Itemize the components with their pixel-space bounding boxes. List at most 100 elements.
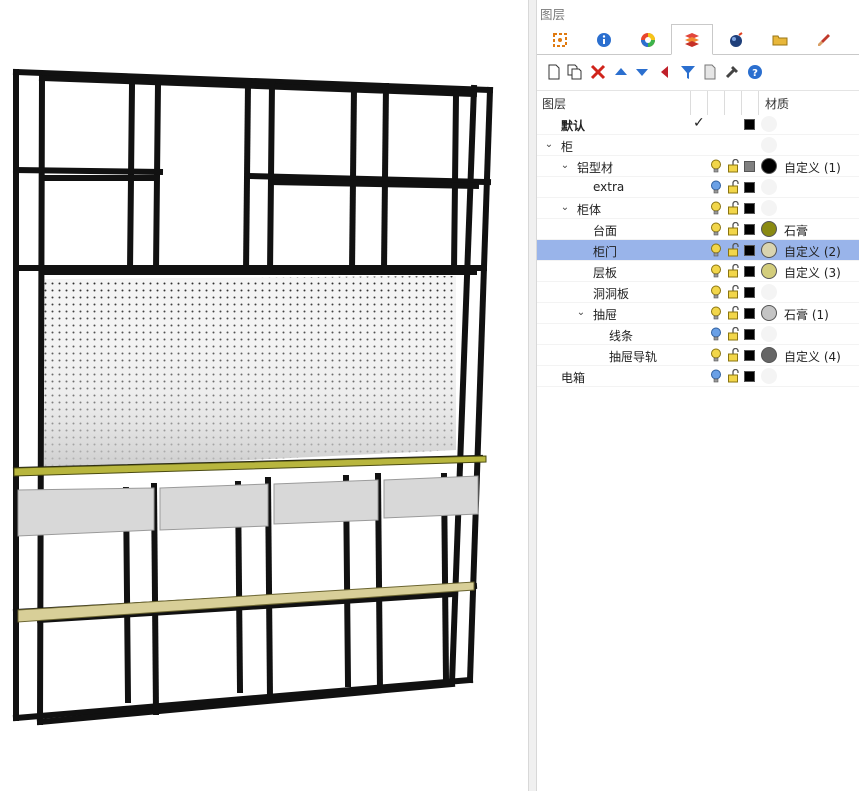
visibility-bulb-icon[interactable] <box>710 369 722 387</box>
unlocked-icon[interactable] <box>727 158 740 177</box>
layer-row[interactable]: 电箱 <box>537 366 859 387</box>
tab-layers[interactable] <box>671 24 713 55</box>
layer-row[interactable]: 洞洞板 <box>537 282 859 303</box>
layer-row[interactable]: 默认 ✓ <box>537 114 859 135</box>
layer-name[interactable]: 洞洞板 <box>593 285 629 302</box>
layer-name[interactable]: extra <box>593 180 624 194</box>
help-button[interactable]: ? <box>746 63 764 81</box>
layer-name[interactable]: 层板 <box>593 264 617 281</box>
layer-name[interactable]: 柜 <box>561 138 573 155</box>
tab-display[interactable] <box>715 25 757 54</box>
unlocked-icon[interactable] <box>727 200 740 219</box>
layer-name[interactable]: 抽屉 <box>593 306 617 323</box>
expand-chevron-icon[interactable]: ⌄ <box>559 201 571 215</box>
material-swatch[interactable] <box>761 368 777 384</box>
new-layer-button[interactable] <box>545 63 563 81</box>
visibility-bulb-icon[interactable] <box>710 327 722 345</box>
visibility-bulb-icon[interactable] <box>710 243 722 261</box>
unlocked-icon[interactable] <box>727 242 740 261</box>
cabinet-model[interactable] <box>0 0 528 791</box>
layer-color-swatch[interactable] <box>744 287 755 298</box>
visibility-bulb-icon[interactable] <box>710 159 722 177</box>
layer-row[interactable]: extra <box>537 177 859 198</box>
material-swatch[interactable] <box>761 116 777 132</box>
layer-name[interactable]: 电箱 <box>561 369 585 386</box>
tab-objects[interactable] <box>539 25 581 54</box>
move-up-button[interactable] <box>612 63 630 81</box>
expand-chevron-icon[interactable]: ⌄ <box>575 306 587 320</box>
tab-materials[interactable] <box>803 25 845 54</box>
layer-row[interactable]: 层板 自定义 (3) <box>537 261 859 282</box>
expand-chevron-icon[interactable]: ⌄ <box>559 159 571 173</box>
visibility-bulb-icon[interactable] <box>710 264 722 282</box>
column-header-layer[interactable]: 图层 <box>542 95 566 112</box>
material-swatch[interactable] <box>761 305 777 321</box>
layer-color-swatch[interactable] <box>744 266 755 277</box>
column-header-material[interactable]: 材质 <box>765 95 789 112</box>
visibility-bulb-icon[interactable] <box>710 222 722 240</box>
layer-color-swatch[interactable] <box>744 224 755 235</box>
unlocked-icon[interactable] <box>727 305 740 324</box>
material-swatch[interactable] <box>761 263 777 279</box>
layer-name[interactable]: 铝型材 <box>577 159 613 176</box>
layer-row[interactable]: ⌄ 柜体 <box>537 198 859 219</box>
layer-color-swatch[interactable] <box>744 161 755 172</box>
layer-row[interactable]: 线条 <box>537 324 859 345</box>
panel-splitter[interactable] <box>528 0 537 791</box>
layer-row[interactable]: ⌄ 柜 <box>537 135 859 156</box>
layer-row[interactable]: ⌄ 抽屉 石膏 (1) <box>537 303 859 324</box>
layer-color-swatch[interactable] <box>744 119 755 130</box>
layer-name[interactable]: 柜门 <box>593 243 617 260</box>
layer-page-button[interactable] <box>701 63 719 81</box>
material-swatch[interactable] <box>761 326 777 342</box>
layer-color-swatch[interactable] <box>744 245 755 256</box>
layer-name[interactable]: 默认 <box>561 117 585 134</box>
move-down-button[interactable] <box>633 63 651 81</box>
tools-button[interactable] <box>723 63 741 81</box>
material-swatch[interactable] <box>761 347 777 363</box>
tab-properties[interactable] <box>583 25 625 54</box>
viewport-3d[interactable] <box>0 0 528 791</box>
visibility-bulb-icon[interactable] <box>710 180 722 198</box>
layer-color-swatch[interactable] <box>744 329 755 340</box>
visibility-bulb-icon[interactable] <box>710 306 722 324</box>
unlocked-icon[interactable] <box>727 284 740 303</box>
expand-chevron-icon[interactable]: ⌄ <box>543 138 555 152</box>
unlocked-icon[interactable] <box>727 179 740 198</box>
layer-color-swatch[interactable] <box>744 350 755 361</box>
filter-button[interactable] <box>679 63 697 81</box>
material-swatch[interactable] <box>761 158 777 174</box>
material-swatch[interactable] <box>761 179 777 195</box>
new-sublayer-button[interactable] <box>566 63 584 81</box>
unlocked-icon[interactable] <box>727 368 740 387</box>
move-to-parent-button[interactable] <box>656 63 674 81</box>
layer-row[interactable]: ⌄ 铝型材 自定义 (1) <box>537 156 859 177</box>
material-swatch[interactable] <box>761 137 777 153</box>
unlocked-icon[interactable] <box>727 263 740 282</box>
layer-name[interactable]: 柜体 <box>577 201 601 218</box>
visibility-bulb-icon[interactable] <box>710 348 722 366</box>
unlocked-icon[interactable] <box>727 326 740 345</box>
material-swatch[interactable] <box>761 242 777 258</box>
layer-color-swatch[interactable] <box>744 308 755 319</box>
layer-color-swatch[interactable] <box>744 203 755 214</box>
current-layer-check-icon[interactable]: ✓ <box>693 115 705 131</box>
layer-row[interactable]: 台面 石膏 <box>537 219 859 240</box>
layer-color-swatch[interactable] <box>744 371 755 382</box>
unlocked-icon[interactable] <box>727 347 740 366</box>
material-swatch[interactable] <box>761 200 777 216</box>
layer-row[interactable]: 柜门 自定义 (2) <box>537 240 859 261</box>
material-swatch[interactable] <box>761 284 777 300</box>
layer-name[interactable]: 抽屉导轨 <box>609 348 657 365</box>
unlocked-icon[interactable] <box>727 221 740 240</box>
tab-files[interactable] <box>759 25 801 54</box>
material-swatch[interactable] <box>761 221 777 237</box>
layer-name[interactable]: 线条 <box>609 327 633 344</box>
layer-name[interactable]: 台面 <box>593 222 617 239</box>
layer-color-swatch[interactable] <box>744 182 755 193</box>
layer-row[interactable]: 抽屉导轨 自定义 (4) <box>537 345 859 366</box>
visibility-bulb-icon[interactable] <box>710 285 722 303</box>
tab-render[interactable] <box>627 25 669 54</box>
visibility-bulb-icon[interactable] <box>710 201 722 219</box>
delete-layer-button[interactable] <box>589 63 607 81</box>
